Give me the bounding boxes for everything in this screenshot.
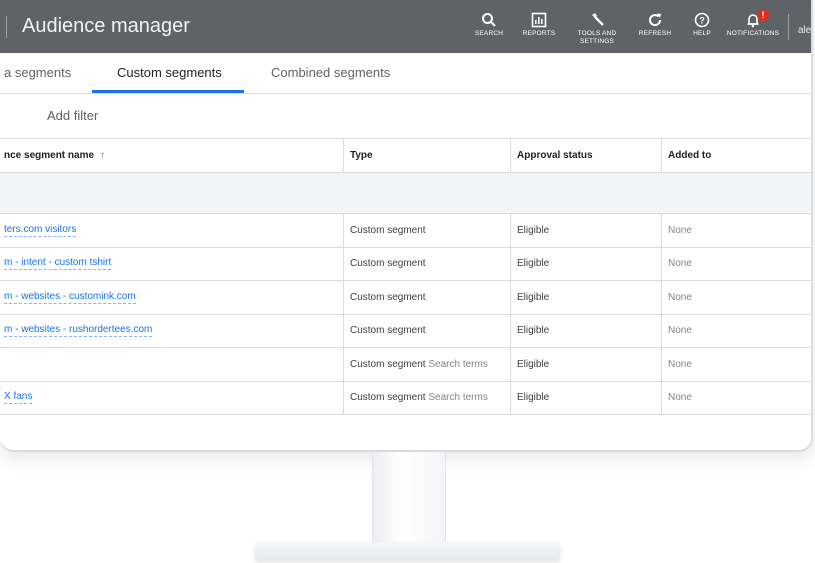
column-header-approval-status[interactable]: Approval status: [511, 139, 661, 172]
segment-name-link[interactable]: m - websites - customink.com: [4, 291, 136, 304]
segment-name-cell: m - intent - custom tshirt: [0, 248, 343, 281]
table-row[interactable]: m - intent - custom tshirt Custom segmen…: [0, 247, 811, 281]
tab-combined-segments[interactable]: Combined segments: [271, 65, 390, 80]
approval-status-cell: Eligible: [517, 291, 550, 303]
added-to-cell: None: [668, 224, 692, 236]
active-tab-indicator: [92, 90, 244, 93]
segment-name-cell: m - websites - rushordertees.com: [0, 315, 343, 348]
search-icon: [474, 8, 504, 30]
search-label: SEARCH: [474, 30, 504, 37]
type-label: Custom segment: [350, 325, 426, 337]
notifications-button[interactable]: NOTIFICATIONS: [725, 8, 781, 38]
divider: [6, 16, 7, 38]
monitor-stand-base: [255, 542, 560, 560]
wrench-icon: [572, 8, 622, 30]
type-label-sub: Search terms: [428, 358, 488, 370]
reports-button[interactable]: REPORTS: [521, 8, 557, 38]
type-label: Custom segment: [350, 224, 426, 236]
tab-data-segments[interactable]: a segments: [4, 65, 71, 80]
segments-table: nce segment name ↑ Type Approval status …: [0, 139, 811, 415]
column-header-added-to[interactable]: Added to: [662, 139, 811, 172]
added-to-cell: None: [668, 291, 692, 303]
monitor-stand-neck: [372, 452, 446, 547]
segment-name-link[interactable]: X fans: [4, 391, 33, 405]
type-cell: Custom segment Search terms: [344, 382, 510, 415]
table-row[interactable]: m - websites - rushordertees.com Custom …: [0, 314, 811, 348]
segment-name-cell: m - websites - customink.com: [0, 281, 343, 314]
add-filter-button[interactable]: Add filter: [47, 108, 98, 123]
segment-name-link[interactable]: m - websites - rushordertees.com: [4, 324, 153, 338]
segment-name-cell: X fans: [0, 382, 343, 415]
approval-status-cell: Eligible: [517, 224, 550, 236]
type-cell: Custom segment: [344, 248, 510, 281]
type-cell: Custom segment: [344, 281, 510, 314]
notifications-label: NOTIFICATIONS: [726, 30, 780, 37]
notification-badge: !: [757, 9, 769, 21]
table-row[interactable]: ters.com visitors Custom segment Eligibl…: [0, 214, 811, 248]
added-to-cell: None: [668, 392, 692, 404]
sort-ascending-icon[interactable]: ↑: [100, 150, 105, 161]
segment-tabs: a segments Custom segments Combined segm…: [0, 53, 811, 94]
type-label-main: Custom segment: [350, 358, 426, 370]
approval-status-cell: Eligible: [517, 258, 550, 270]
column-header-type[interactable]: Type: [344, 139, 510, 172]
type-label-main: Custom segment: [350, 392, 426, 404]
reports-label: REPORTS: [522, 30, 556, 37]
approval-status-cell: Eligible: [517, 325, 550, 337]
svg-text:?: ?: [699, 15, 705, 25]
type-label: Custom segment Search terms: [350, 359, 488, 370]
table-row[interactable]: X fans Custom segment Search terms Eligi…: [0, 381, 811, 415]
added-to-cell: None: [668, 325, 692, 337]
approval-status-cell: Eligible: [517, 392, 550, 404]
reports-icon: [521, 8, 557, 30]
added-to-cell: None: [668, 258, 692, 270]
table-row[interactable]: m - websites - customink.com Custom segm…: [0, 281, 811, 315]
bell-icon: [725, 8, 781, 30]
type-label: Custom segment Search terms: [350, 392, 488, 403]
segment-name-cell: ters.com visitors: [0, 214, 343, 247]
help-label: HELP: [693, 30, 711, 37]
segment-name-cell: [0, 348, 343, 381]
table-header-row: nce segment name ↑ Type Approval status …: [0, 139, 811, 173]
type-label: Custom segment: [350, 291, 426, 303]
monitor-screen: Audience manager SEARCH REPORTS TOOLS AN…: [0, 0, 813, 452]
type-cell: Custom segment: [344, 315, 510, 348]
tools-and-settings-button[interactable]: TOOLS AND SETTINGS: [572, 8, 622, 46]
type-label: Custom segment: [350, 258, 426, 270]
top-app-bar: Audience manager SEARCH REPORTS TOOLS AN…: [0, 0, 811, 53]
type-label-sub: Search terms: [428, 392, 488, 404]
refresh-icon: [638, 8, 672, 30]
help-icon: ?: [689, 8, 715, 30]
segment-name-link[interactable]: ters.com visitors: [4, 224, 77, 237]
type-cell: Custom segment: [344, 214, 510, 247]
table-summary-row: [0, 173, 811, 214]
column-name-label: nce segment name: [4, 150, 95, 161]
added-to-cell: None: [668, 358, 692, 370]
type-cell: Custom segment Search terms: [344, 348, 510, 381]
divider: [788, 14, 789, 40]
page-title: Audience manager: [22, 15, 190, 37]
help-button[interactable]: ? HELP: [689, 8, 715, 38]
search-button[interactable]: SEARCH: [474, 8, 504, 38]
refresh-button[interactable]: REFRESH: [638, 8, 672, 38]
table-row[interactable]: Custom segment Search terms Eligible Non…: [0, 348, 811, 382]
approval-status-cell: Eligible: [517, 358, 550, 370]
refresh-label: REFRESH: [638, 30, 672, 37]
account-name[interactable]: ale: [798, 25, 811, 36]
segment-name-link[interactable]: m - intent - custom tshirt: [4, 257, 112, 271]
tools-label: TOOLS AND SETTINGS: [577, 30, 617, 45]
column-header-name[interactable]: nce segment name ↑: [0, 139, 343, 172]
tab-custom-segments[interactable]: Custom segments: [117, 65, 222, 80]
